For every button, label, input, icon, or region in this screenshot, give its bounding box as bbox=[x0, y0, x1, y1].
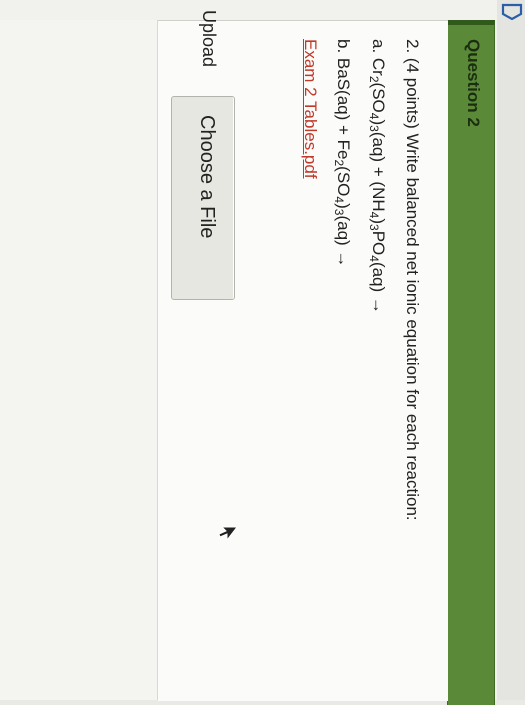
choose-file-button[interactable]: Choose a File bbox=[171, 96, 235, 300]
question-prompt: 2. (4 points) Write balanced net ionic e… bbox=[403, 39, 422, 521]
back-arrow-icon[interactable] bbox=[501, 2, 523, 20]
part-b-equation: b. BaS(aq) + Fe2(SO4)3(aq) → bbox=[332, 39, 353, 268]
part-a-equation: a. Cr2(SO4)3(aq) + (NH4)3PO4(aq) → bbox=[367, 39, 388, 314]
choose-file-button-label: Choose a File bbox=[196, 115, 218, 239]
rotated-screen: Question 2 2. (4 points) Write balanced … bbox=[0, 0, 525, 705]
divider bbox=[157, 20, 158, 700]
exam-tables-link-row: Exam 2 Tables.pdf bbox=[300, 39, 320, 179]
upload-area bbox=[0, 20, 158, 700]
question-title: Question 2 bbox=[464, 39, 483, 127]
question-header: Question 2 bbox=[447, 20, 495, 705]
exam-tables-link[interactable]: Exam 2 Tables.pdf bbox=[301, 39, 320, 179]
mouse-cursor-icon bbox=[218, 526, 238, 542]
page-edge-strip bbox=[497, 0, 525, 700]
upload-label: Upload bbox=[199, 10, 219, 68]
